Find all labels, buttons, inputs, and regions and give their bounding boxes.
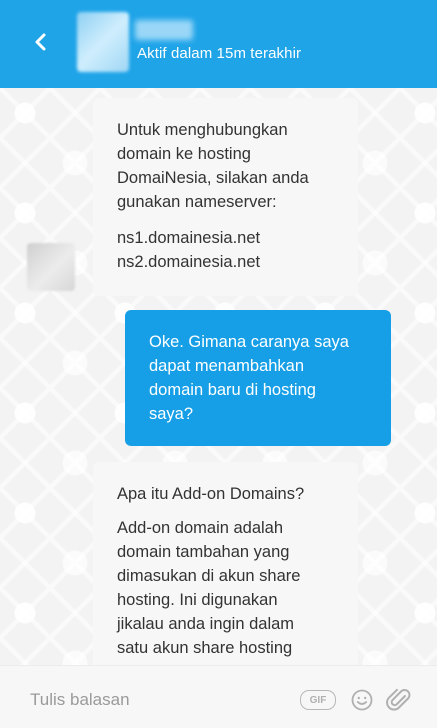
incoming-message-nameserver: Untuk menghubungkan domain ke hosting Do… — [93, 98, 358, 296]
back-button[interactable] — [26, 27, 56, 57]
message-heading: Apa itu Add-on Domains? — [117, 485, 305, 503]
message-text: jikalau anda ingin dalam — [117, 615, 295, 633]
message-text: Untuk menghubungkan — [117, 121, 288, 139]
contact-name-redacted — [135, 20, 193, 40]
incoming-message-addon-domains: Apa itu Add-on Domains? Add-on domain ad… — [93, 462, 358, 665]
paperclip-icon — [386, 688, 411, 711]
message-composer: GIF — [0, 665, 437, 728]
message-text: dapat menambahkan — [149, 357, 305, 375]
message-text: Add-on domain adalah — [117, 519, 284, 537]
gif-button[interactable]: GIF — [300, 690, 336, 710]
agent-avatar — [27, 243, 75, 291]
attach-button[interactable] — [386, 686, 412, 714]
message-text: DomaiNesia, silakan anda — [117, 169, 309, 187]
nameserver-1: ns1.domainesia.net — [117, 229, 261, 247]
smiley-icon — [351, 689, 373, 711]
chat-header: Aktif dalam 15m terakhir — [0, 0, 437, 88]
message-text: dimasukan di akun share — [117, 567, 301, 585]
message-text: saya? — [149, 405, 194, 423]
contact-avatar[interactable] — [77, 12, 129, 72]
outgoing-message: Oke. Gimana caranya saya dapat menambahk… — [125, 310, 391, 446]
reply-input[interactable] — [30, 688, 280, 712]
message-list[interactable]: Untuk menghubungkan domain ke hosting Do… — [0, 88, 437, 665]
message-text: Oke. Gimana caranya saya — [149, 333, 349, 351]
message-text: hosting. Ini digunakan — [117, 591, 278, 609]
message-text: domain baru di hosting — [149, 381, 316, 399]
message-text: domain ke hosting — [117, 145, 251, 163]
message-text: satu akun share hosting — [117, 639, 293, 657]
nameserver-2: ns2.domainesia.net — [117, 253, 261, 271]
message-text: domain tambahan yang — [117, 543, 290, 561]
chevron-left-icon — [35, 33, 46, 51]
contact-status: Aktif dalam 15m terakhir — [137, 45, 302, 62]
emoji-button[interactable] — [350, 688, 374, 712]
message-text: gunakan nameserver: — [117, 193, 277, 211]
